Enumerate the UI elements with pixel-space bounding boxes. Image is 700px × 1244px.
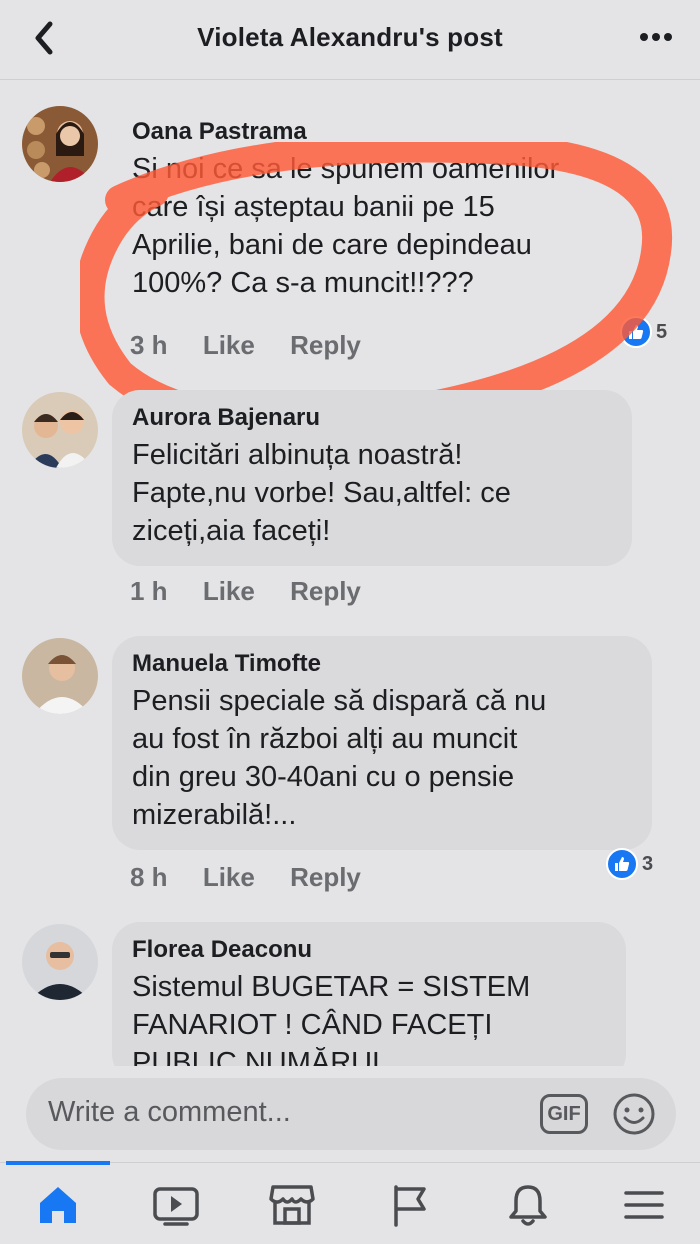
- flag-icon: [394, 1185, 426, 1227]
- gif-button[interactable]: GIF: [540, 1094, 588, 1134]
- comment-time: 8 h: [130, 862, 168, 892]
- comment-actions: 8 h Like Reply: [130, 862, 389, 893]
- comment-input-placeholder: Write a comment...: [48, 1096, 291, 1128]
- comment-author[interactable]: Aurora Bajenaru: [132, 404, 612, 432]
- tab-home[interactable]: [30, 1177, 86, 1233]
- comment-text: Felicitări albinuța noastră! Fapte,nu vo…: [132, 439, 511, 547]
- smiley-icon: [613, 1093, 655, 1135]
- comment-text: Sistemul BUGETAR = SISTEM FANARIOT ! CÂN…: [132, 971, 531, 1066]
- video-icon: [153, 1187, 199, 1226]
- tab-marketplace[interactable]: [264, 1177, 320, 1233]
- emoji-button[interactable]: [612, 1092, 656, 1136]
- home-icon: [40, 1187, 76, 1223]
- reply-button[interactable]: Reply: [290, 862, 361, 892]
- bottom-tab-bar: [0, 1161, 700, 1244]
- like-button[interactable]: Like: [203, 576, 255, 606]
- comment-bubble[interactable]: Manuela Timofte Pensii speciale să dispa…: [112, 636, 652, 850]
- more-options-button[interactable]: [636, 22, 676, 52]
- comment-item: Aurora Bajenaru Felicitări albinuța noas…: [0, 390, 700, 630]
- thumbs-up-icon: [606, 848, 638, 880]
- tab-video[interactable]: [148, 1177, 204, 1233]
- bell-icon: [509, 1185, 547, 1226]
- comment-author[interactable]: Manuela Timofte: [132, 650, 632, 678]
- comment-input[interactable]: Write a comment... GIF: [26, 1078, 676, 1150]
- comment-actions: 1 h Like Reply: [130, 576, 389, 607]
- page-title: Violeta Alexandru's post: [197, 22, 503, 52]
- comment-bubble[interactable]: Florea Deaconu Sistemul BUGETAR = SISTEM…: [112, 922, 626, 1066]
- like-button[interactable]: Like: [203, 862, 255, 892]
- active-tab-indicator: [6, 1161, 110, 1165]
- avatar[interactable]: [22, 924, 98, 1000]
- comment-bubble[interactable]: Aurora Bajenaru Felicitări albinuța noas…: [112, 390, 632, 566]
- more-dots-icon: [640, 33, 672, 41]
- comment-item: Florea Deaconu Sistemul BUGETAR = SISTEM…: [0, 922, 700, 1066]
- comment-item: Manuela Timofte Pensii speciale să dispa…: [0, 636, 700, 916]
- tab-notifications[interactable]: [500, 1177, 556, 1233]
- comments-list: Oana Pastrama Si noi ce sa le spunem oam…: [0, 80, 700, 1066]
- comment-author[interactable]: Florea Deaconu: [132, 936, 606, 964]
- comment-text: Pensii speciale să dispară că nu au fost…: [132, 685, 547, 831]
- tab-menu[interactable]: [616, 1177, 672, 1233]
- highlight-circle-annotation: [80, 142, 673, 432]
- reply-button[interactable]: Reply: [290, 576, 361, 606]
- comment-time: 1 h: [130, 576, 168, 606]
- reaction-count[interactable]: 3: [606, 848, 653, 880]
- avatar[interactable]: [22, 638, 98, 714]
- comment-composer: Write a comment... GIF: [0, 1066, 700, 1162]
- tab-pages[interactable]: [382, 1177, 438, 1233]
- menu-icon: [624, 1191, 664, 1219]
- top-bar: Violeta Alexandru's post: [0, 0, 700, 80]
- marketplace-icon: [269, 1185, 315, 1225]
- avatar[interactable]: [22, 392, 98, 468]
